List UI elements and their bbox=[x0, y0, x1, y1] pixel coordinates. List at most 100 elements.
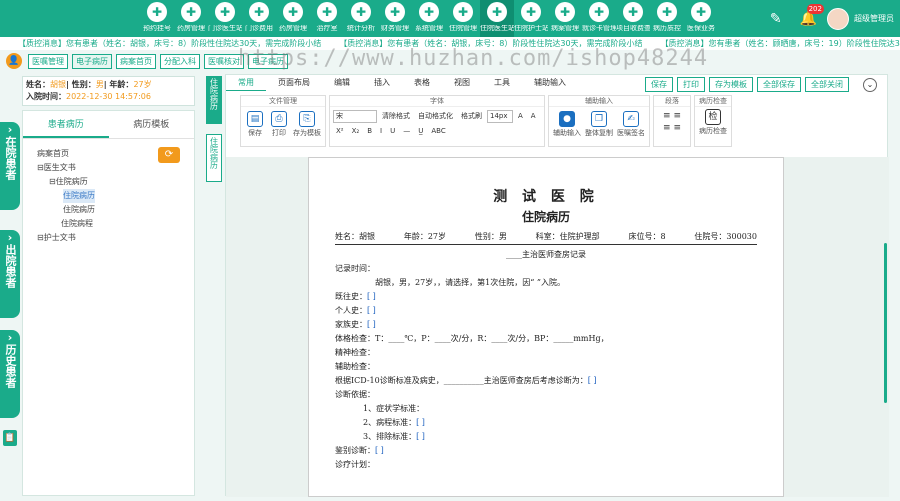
document-page[interactable]: 测 试 医 院 住院病历 姓名：胡银 年龄：27岁 性别：男 科室：住院护理部 … bbox=[308, 157, 784, 497]
tree-item-course[interactable]: 住院病程 bbox=[37, 217, 194, 231]
criteria-1[interactable]: 1、症状学标准： bbox=[335, 402, 757, 416]
nav-item-1[interactable]: ✚ 药房管理 bbox=[174, 0, 208, 37]
toolbar-button-5[interactable]: 电子病历 bbox=[248, 53, 288, 69]
nav-item-10[interactable]: ✚ 住院医生站 bbox=[480, 0, 514, 37]
input-bracket[interactable]: [ ] bbox=[416, 432, 425, 441]
format-painter-button[interactable]: 格式刷 bbox=[461, 110, 482, 123]
toolbar-button-0[interactable]: 医嘱管理 bbox=[28, 53, 68, 69]
record-time[interactable]: 记录时间： bbox=[335, 262, 757, 276]
personal-history[interactable]: 个人史：[ ] bbox=[335, 304, 757, 318]
nav-item-4[interactable]: ✚ 药房管理 bbox=[276, 0, 310, 37]
edit-icon[interactable]: ✎ bbox=[770, 11, 782, 27]
vtab-inpatient-record-2[interactable]: 住院病历 bbox=[206, 134, 222, 182]
aux-exam[interactable]: 辅助检查： bbox=[335, 360, 757, 374]
tab-record-templates[interactable]: 病历模板 bbox=[109, 111, 195, 138]
vtab-inpatient-record[interactable]: 住院病历 bbox=[206, 76, 222, 124]
ribbon-tab-5[interactable]: 视图 bbox=[442, 75, 482, 91]
notice-item[interactable]: 【质控消息】您有患者（姓名：顾晒唐，床号：19）阶段性住院达30天，需完成阶段小… bbox=[661, 39, 900, 48]
vitals[interactable]: 体格检查：T：____℃，P：____次/分，R：____次/分，BP：____… bbox=[335, 332, 757, 346]
toolbar-button-4[interactable]: 医嘱核对 bbox=[204, 53, 244, 69]
action-button-1[interactable]: 打印 bbox=[677, 77, 705, 92]
superscript-button[interactable]: X² bbox=[336, 125, 344, 138]
font-shrink-button[interactable]: A bbox=[531, 110, 536, 123]
ribbon-tab-2[interactable]: 编辑 bbox=[322, 75, 362, 91]
avatar[interactable] bbox=[827, 7, 849, 30]
nav-item-12[interactable]: ✚ 病案管理 bbox=[548, 0, 582, 37]
nav-item-15[interactable]: ✚ 病历质控 bbox=[650, 0, 684, 37]
vertical-scrollbar[interactable] bbox=[884, 243, 887, 403]
action-button-3[interactable]: 全部保存 bbox=[757, 77, 801, 92]
bell-icon[interactable]: 🔔 202 bbox=[800, 3, 824, 27]
notice-item[interactable]: 【质控消息】您有患者（姓名：胡银，床号：8）阶段性住院达30天，需完成阶段小结 bbox=[339, 39, 642, 48]
input-bracket[interactable]: [ ] bbox=[416, 418, 425, 427]
nav-item-13[interactable]: ✚ 就诊卡管理 bbox=[582, 0, 616, 37]
clear-format-button[interactable]: 清除格式 bbox=[382, 110, 410, 123]
ribbon-tab-3[interactable]: 插入 bbox=[362, 75, 402, 91]
family-history[interactable]: 家族史：[ ] bbox=[335, 318, 757, 332]
align-left-icon[interactable]: ≡ bbox=[663, 111, 671, 121]
notice-item[interactable]: 【质控消息】您有患者（姓名：胡银，床号：8）阶段性住院达30天，需完成阶段小结 bbox=[18, 39, 321, 48]
justify-icon[interactable]: ≡ bbox=[673, 123, 681, 133]
nav-item-0[interactable]: ✚ 预约挂号 bbox=[140, 0, 174, 37]
nav-item-14[interactable]: ✚ 项目收费查询 bbox=[616, 0, 650, 37]
nav-item-2[interactable]: ✚ 门诊医生站 bbox=[208, 0, 242, 37]
copy-all-button[interactable]: ❐ 整体复制 bbox=[584, 109, 614, 138]
refresh-icon[interactable]: ⟳ bbox=[158, 147, 180, 163]
save-template-button[interactable]: ⎘ 存为模板 bbox=[292, 109, 322, 138]
mental-exam[interactable]: 精神检查： bbox=[335, 346, 757, 360]
user-name[interactable]: 超级管理员 bbox=[854, 13, 900, 24]
subscript-button[interactable]: X₂ bbox=[352, 125, 360, 138]
tree-item-doctor-docs[interactable]: ⊟医生文书 bbox=[37, 161, 194, 175]
ribbon-tab-6[interactable]: 工具 bbox=[482, 75, 522, 91]
sidetab-discharged[interactable]: › 出院患者 bbox=[0, 230, 20, 318]
action-button-0[interactable]: 保存 bbox=[645, 77, 673, 92]
tree-item-nurse-docs[interactable]: ⊟护士文书 bbox=[37, 231, 194, 245]
sidetab-history[interactable]: › 历史患者 bbox=[0, 330, 20, 418]
ribbon-tab-4[interactable]: 表格 bbox=[402, 75, 442, 91]
toolbar-button-1[interactable]: 电子病历 bbox=[72, 53, 112, 69]
nav-item-11[interactable]: ✚ 住院护士站 bbox=[514, 0, 548, 37]
print-button[interactable]: ⎙ 打印 bbox=[268, 109, 290, 138]
criteria-3[interactable]: 3、排除标准：[ ] bbox=[335, 430, 757, 444]
record-check-button[interactable]: 检病历检查 bbox=[696, 109, 730, 136]
sign-button[interactable]: ✍ 医嘱签名 bbox=[616, 109, 646, 138]
assist-input-button[interactable]: ● 辅助输入 bbox=[552, 109, 582, 138]
align-right-icon[interactable]: ≡ bbox=[663, 123, 671, 133]
treatment-plan[interactable]: 诊疗计划： bbox=[335, 458, 757, 472]
bold-button[interactable]: B bbox=[367, 125, 372, 138]
auto-format-button[interactable]: 自动格式化 bbox=[418, 110, 453, 123]
tree-item-inpatient[interactable]: ⊟住院病历 bbox=[37, 175, 194, 189]
nav-item-8[interactable]: ✚ 系统管理 bbox=[412, 0, 446, 37]
font-size-select[interactable]: 14px bbox=[487, 110, 513, 123]
font-name-select[interactable]: 宋 bbox=[333, 110, 377, 123]
clipboard-icon[interactable]: 📋 bbox=[3, 430, 17, 446]
tree-item-inpatient-record[interactable]: 住院病历 bbox=[37, 203, 194, 217]
chevron-down-icon[interactable]: ⌄ bbox=[863, 77, 877, 92]
font-grow-button[interactable]: A bbox=[518, 110, 523, 123]
nav-item-9[interactable]: ✚ 住院管理 bbox=[446, 0, 480, 37]
save-button[interactable]: ▤ 保存 bbox=[244, 109, 266, 138]
font-color-button[interactable]: ABC bbox=[431, 125, 445, 138]
criteria-2[interactable]: 2、病程标准：[ ] bbox=[335, 416, 757, 430]
icd-diagnosis[interactable]: 根据ICD-10诊断标准及病史，__________主治医师查房后考虑诊断为：[… bbox=[335, 374, 757, 388]
ribbon-tab-0[interactable]: 常用 bbox=[226, 75, 266, 91]
nav-item-16[interactable]: ✚ 医保业务 bbox=[684, 0, 718, 37]
nav-item-6[interactable]: ✚ 统计分析 bbox=[344, 0, 378, 37]
past-history[interactable]: 既往史：[ ] bbox=[335, 290, 757, 304]
tree-item-inpatient-record-selected[interactable]: 住院病历 bbox=[37, 189, 194, 203]
sidetab-in-hospital[interactable]: › 在院患者 bbox=[0, 122, 20, 210]
underline-button[interactable]: — bbox=[403, 125, 410, 138]
spellcheck-button[interactable]: U̲ bbox=[418, 125, 423, 138]
action-button-4[interactable]: 全部关闭 bbox=[805, 77, 849, 92]
tab-patient-records[interactable]: 患者病历 bbox=[23, 111, 109, 138]
differential-diagnosis[interactable]: 鉴别诊断：[ ] bbox=[335, 444, 757, 458]
align-center-icon[interactable]: ≡ bbox=[673, 111, 681, 121]
italic-button[interactable]: I bbox=[380, 125, 382, 138]
input-bracket[interactable]: [ ] bbox=[367, 306, 376, 315]
input-bracket[interactable]: [ ] bbox=[375, 446, 384, 455]
toolbar-button-2[interactable]: 病案首页 bbox=[116, 53, 156, 69]
toolbar-button-3[interactable]: 分配入科 bbox=[160, 53, 200, 69]
strikethrough-button[interactable]: U bbox=[390, 125, 395, 138]
intro-text[interactable]: 胡银，男，27岁，，请选择，第1次住院，因“ ”入院。 bbox=[335, 276, 757, 290]
input-bracket[interactable]: [ ] bbox=[367, 320, 376, 329]
